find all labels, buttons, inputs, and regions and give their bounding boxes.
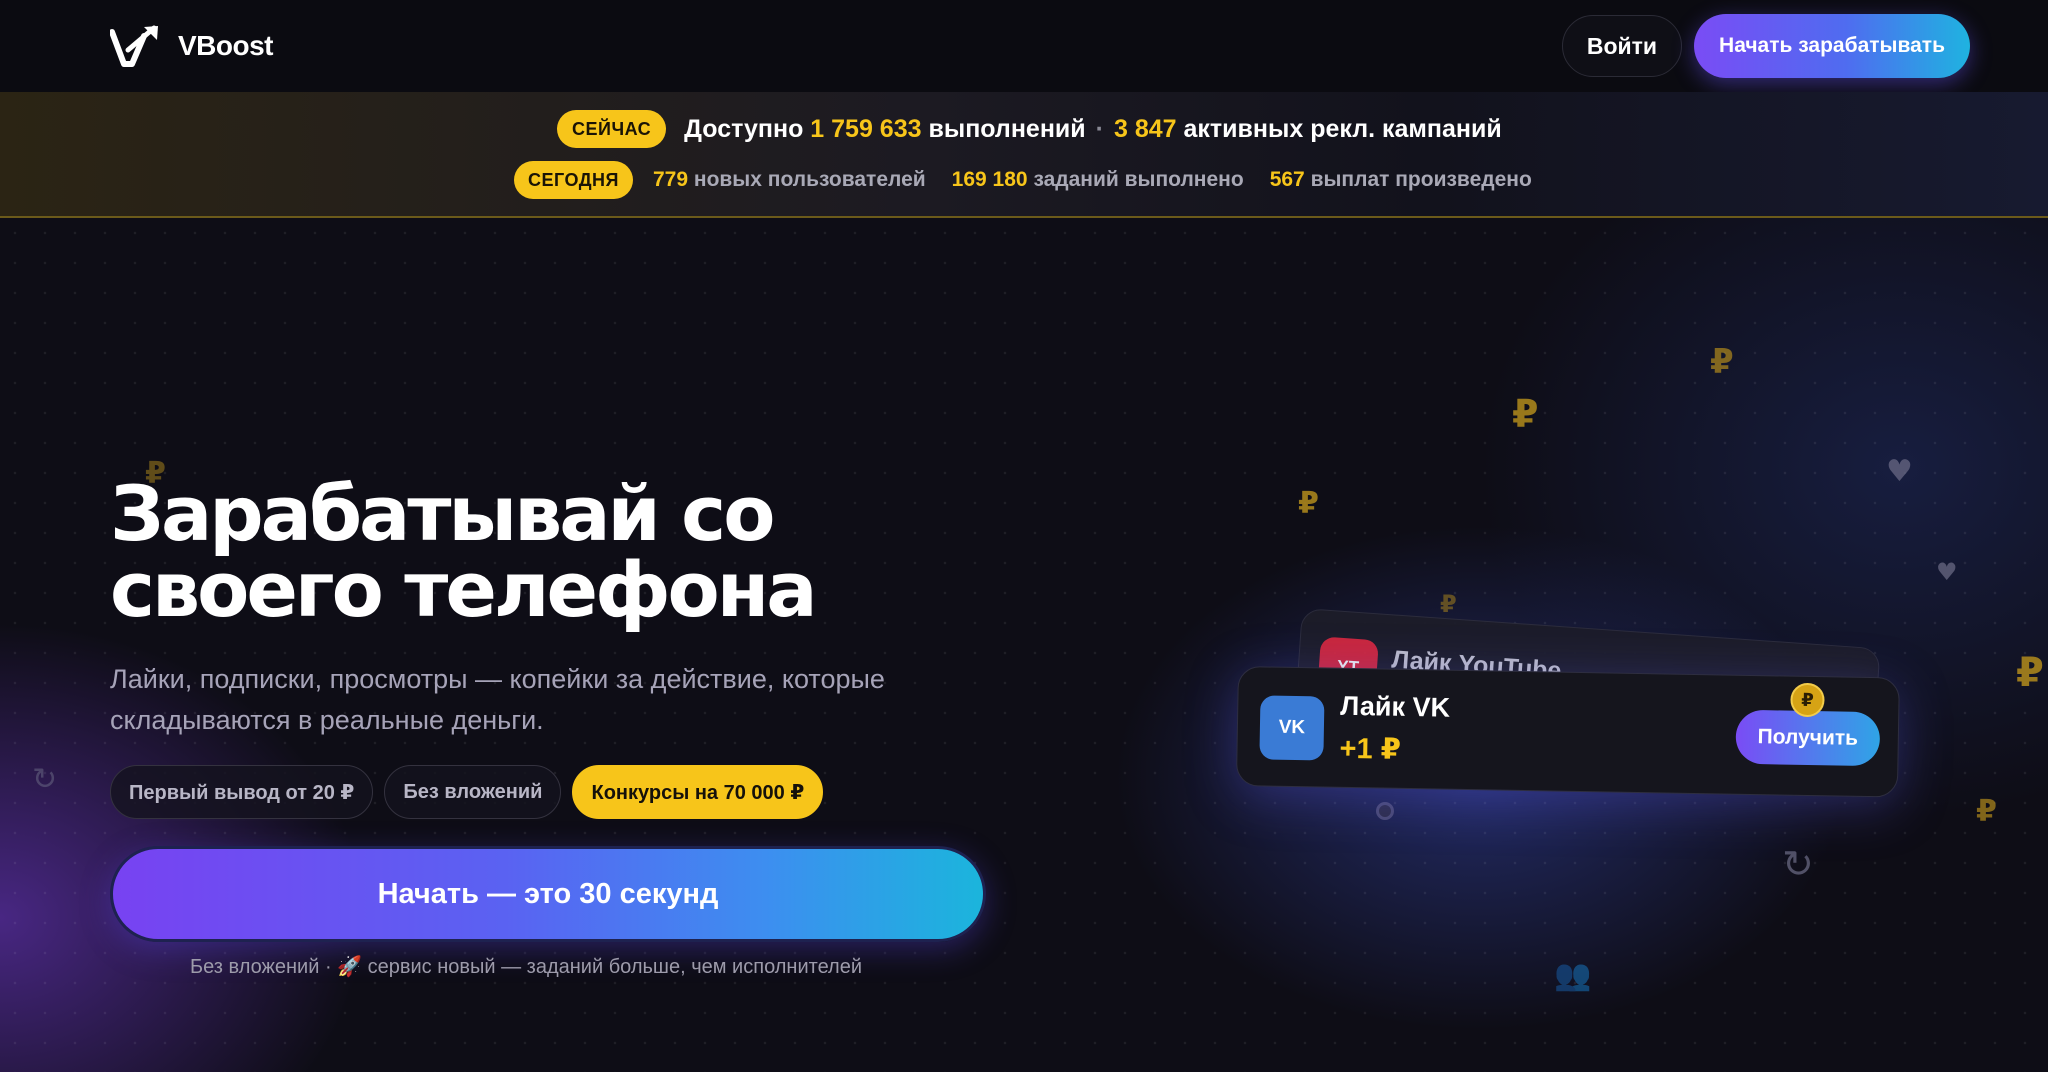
hero-section: ₽ ₽ ₽ ₽ ₽ ₽ ₽ ♥ ♥ ↻ ↻ 👥 Зарабатывай со с… bbox=[0, 218, 2048, 1072]
tasks-done-label: заданий выполнено bbox=[1033, 168, 1244, 191]
login-button[interactable]: Войти bbox=[1561, 15, 1683, 77]
people-icon: 👥 bbox=[1554, 958, 1592, 993]
stats-bar: СЕЙЧАС Доступно 1 759 633 выполнений · 3… bbox=[0, 92, 2048, 218]
stats-today-row: СЕГОДНЯ 779 новых пользователей 169 180 … bbox=[514, 160, 1532, 200]
chip-first-withdrawal: Первый вывод от 20 ₽ bbox=[110, 765, 374, 819]
executions-count: 1 759 633 bbox=[810, 114, 922, 143]
tasks-done-count: 169 180 bbox=[951, 168, 1028, 191]
chip-contests[interactable]: Конкурсы на 70 000 ₽ bbox=[572, 765, 824, 819]
chip-no-investment: Без вложений bbox=[384, 765, 562, 819]
brand-name: VBoost bbox=[178, 30, 274, 61]
hero-subtitle: Лайки, подписки, просмотры — копейки за … bbox=[110, 659, 1010, 741]
heart-icon: ♥ bbox=[1936, 558, 1958, 586]
now-badge: СЕЙЧАС bbox=[557, 110, 667, 148]
dot-icon bbox=[1376, 802, 1394, 820]
campaigns-label: активных рекл. кампаний bbox=[1183, 114, 1502, 143]
heart-icon: ♥ bbox=[1886, 454, 1913, 489]
ruble-icon: ₽ bbox=[1440, 590, 1457, 618]
campaigns-count: 3 847 bbox=[1114, 114, 1177, 143]
get-reward-button[interactable]: Получить bbox=[1735, 709, 1881, 767]
stats-separator: · bbox=[1095, 114, 1104, 143]
brand[interactable]: VBoost bbox=[110, 24, 274, 68]
ruble-icon: ₽ bbox=[1512, 392, 1539, 436]
new-users-label: новых пользователей bbox=[693, 168, 926, 191]
hero-title-line2: своего телефона bbox=[110, 545, 817, 634]
vk-icon: VK bbox=[1259, 695, 1325, 761]
hero-subtitle-line1: Лайки, подписки, просмотры — копейки за … bbox=[110, 664, 885, 694]
refresh-icon: ↻ bbox=[32, 762, 58, 797]
ruble-icon: ₽ bbox=[2016, 650, 2044, 696]
hero-title: Зарабатывай со своего телефона bbox=[110, 476, 817, 628]
ruble-icon: ₽ bbox=[1298, 486, 1319, 521]
vboost-logo-icon bbox=[110, 25, 158, 67]
payouts-label: выплат произведено bbox=[1310, 168, 1532, 191]
payouts-count: 567 bbox=[1269, 168, 1305, 191]
stats-now-row: СЕЙЧАС Доступно 1 759 633 выполнений · 3… bbox=[557, 109, 1502, 149]
new-users-count: 779 bbox=[653, 168, 689, 191]
task-card-vk: VK Лайк VK +1 ₽ Получить ₽ bbox=[1235, 666, 1900, 798]
start-cta-button[interactable]: Начать — это 30 секунд bbox=[110, 846, 986, 942]
start-earning-button[interactable]: Начать зарабатывать bbox=[1694, 14, 1970, 78]
ruble-icon: ₽ bbox=[1976, 794, 1997, 829]
hero-subtitle-line2: складываются в реальные деньги. bbox=[110, 705, 544, 735]
task-label-vk: Лайк VK bbox=[1340, 690, 1451, 723]
ruble-icon: ₽ bbox=[1710, 342, 1734, 382]
now-prefix: Доступно bbox=[684, 114, 804, 143]
executions-label: выполнений bbox=[928, 114, 1086, 143]
header-actions: Войти Начать зарабатывать bbox=[1561, 14, 1970, 78]
task-reward: +1 ₽ bbox=[1339, 732, 1402, 766]
top-header: VBoost Войти Начать зарабатывать bbox=[0, 0, 2048, 92]
feature-chips: Первый вывод от 20 ₽ Без вложений Конкур… bbox=[110, 765, 824, 819]
refresh-icon: ↻ bbox=[1782, 842, 1814, 886]
cta-note: Без вложений · 🚀 сервис новый — заданий … bbox=[190, 956, 862, 978]
today-badge: СЕГОДНЯ bbox=[514, 161, 633, 199]
